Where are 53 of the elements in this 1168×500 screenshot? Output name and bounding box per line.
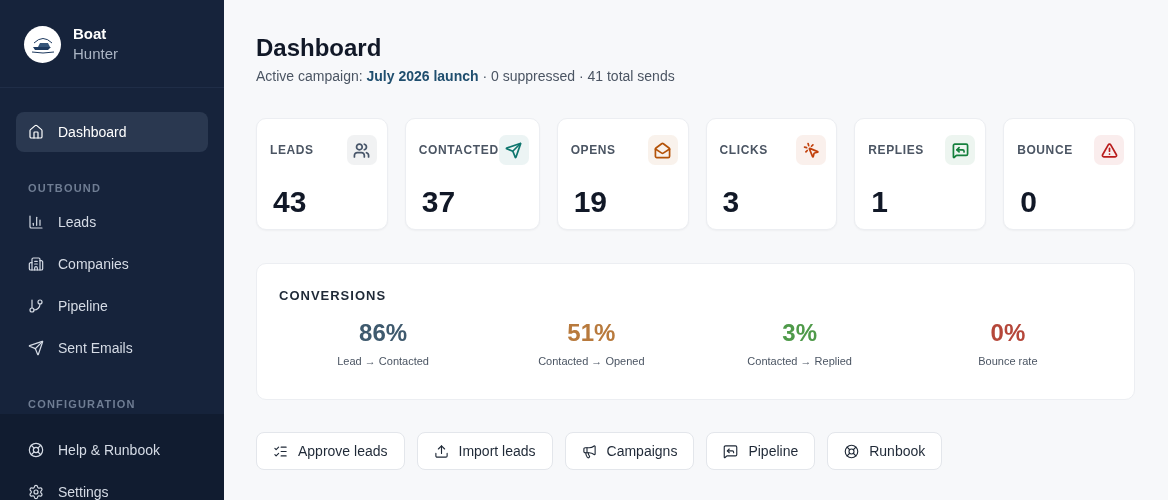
brand-name: Boat bbox=[73, 24, 108, 44]
branch-icon bbox=[28, 298, 44, 314]
action-button[interactable]: Pipeline bbox=[706, 432, 816, 470]
stat-label: REPLIES bbox=[868, 143, 924, 157]
lifebuoy-icon bbox=[28, 442, 44, 458]
page-title: Dashboard bbox=[256, 34, 383, 62]
stat-value: 43 bbox=[272, 185, 308, 219]
stat-label: BOUNCE bbox=[1017, 143, 1073, 157]
checklist-icon bbox=[273, 443, 288, 459]
campaign-link[interactable]: July 2026 launch bbox=[366, 68, 479, 84]
action-button[interactable]: Campaigns bbox=[564, 432, 695, 470]
nav-item[interactable]: Companies bbox=[16, 244, 208, 284]
brand-subtitle: Hunter bbox=[73, 44, 119, 64]
section-label: OUTBOUND bbox=[27, 182, 103, 194]
conversion-rate: 3% bbox=[782, 319, 817, 347]
section-label: CONFIGURATION bbox=[27, 398, 137, 410]
page-subtitle: Active campaign: July 2026 launch · 0 suppressed · 41 total sends bbox=[256, 68, 676, 84]
stat-label: CLICKS bbox=[719, 143, 768, 157]
conversion-rate: 86% bbox=[359, 319, 408, 347]
conversion-rate: 0% bbox=[990, 319, 1026, 347]
nav-item[interactable]: Pipeline bbox=[16, 286, 208, 326]
send-icon bbox=[28, 340, 44, 356]
stat-label: CONTACTED bbox=[418, 143, 499, 157]
nav-item[interactable]: Dashboard bbox=[16, 112, 208, 152]
nav-item[interactable]: Leads bbox=[16, 202, 208, 242]
stat-value: 3 bbox=[721, 185, 741, 219]
nav-item[interactable]: Help & Runbook bbox=[16, 430, 208, 470]
stat-value: 1 bbox=[870, 185, 889, 219]
action-button[interactable]: Approve leads bbox=[256, 432, 405, 470]
lifebuoy-icon bbox=[844, 443, 860, 459]
message-reply-icon bbox=[723, 443, 739, 459]
conversion-label: Lead → Contacted bbox=[337, 355, 429, 367]
action-button[interactable]: Import leads bbox=[416, 432, 553, 470]
building-icon bbox=[28, 256, 44, 272]
conversion-label: Bounce rate bbox=[978, 355, 1038, 367]
card-title: CONVERSIONS bbox=[279, 288, 388, 303]
home-icon bbox=[28, 124, 44, 140]
upload-icon bbox=[433, 443, 449, 459]
settings-icon bbox=[28, 484, 44, 500]
megaphone-icon bbox=[581, 443, 597, 459]
stat-value: 19 bbox=[572, 185, 609, 219]
stat-value: 0 bbox=[1019, 185, 1038, 219]
nav-item[interactable]: Sent Emails bbox=[16, 328, 208, 368]
logo bbox=[24, 25, 61, 63]
stat-label: OPENS bbox=[570, 143, 616, 157]
stat-label: LEADS bbox=[270, 143, 314, 157]
chart-icon bbox=[28, 214, 44, 230]
stat-value: 37 bbox=[420, 185, 457, 219]
conversion-label: Contacted → Replied bbox=[747, 355, 852, 367]
conversion-label: Contacted → Opened bbox=[538, 355, 645, 367]
nav-item[interactable]: Settings bbox=[16, 472, 208, 500]
conversion-rate: 51% bbox=[567, 319, 616, 347]
action-button[interactable]: Runbook bbox=[827, 432, 943, 470]
